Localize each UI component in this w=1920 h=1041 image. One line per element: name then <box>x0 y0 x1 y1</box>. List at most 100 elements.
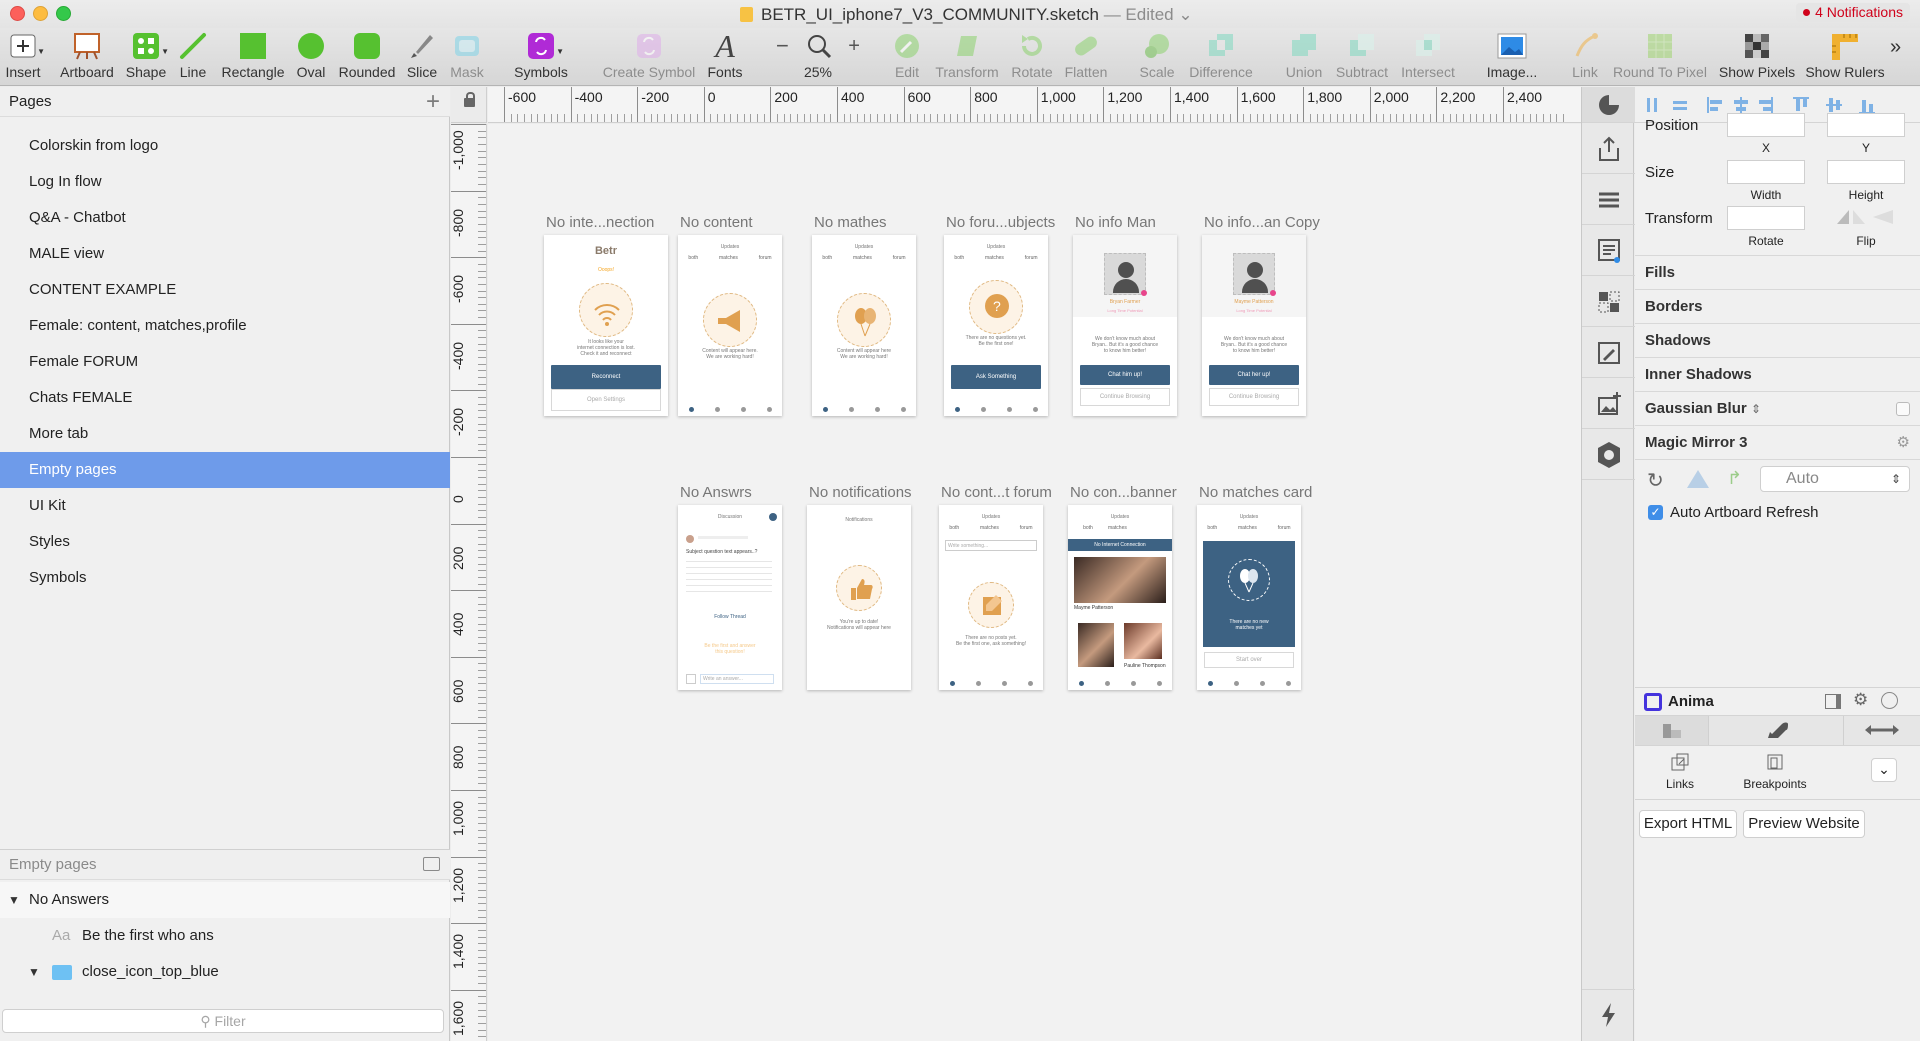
perspective-icon[interactable] <box>1687 470 1709 488</box>
document-list-icon[interactable] <box>1582 226 1635 276</box>
borders-section[interactable]: Borders <box>1635 289 1920 323</box>
artboard-title[interactable]: No notifications <box>809 484 912 501</box>
layer-row-artboard[interactable]: ▼ No Answers <box>0 882 450 918</box>
blur-checkbox[interactable] <box>1896 402 1910 416</box>
vertical-ruler[interactable]: -1,000 -800 -600 -400 -200 0 200 400 600 800 1,000… <box>451 124 487 1041</box>
zoom-in-button[interactable]: + <box>848 35 860 58</box>
artboard-no-forum-subjects[interactable]: No foru...ubjects Updates both matches for… <box>944 214 1055 416</box>
page-item-more-tab[interactable]: More tab <box>0 416 450 452</box>
transform-button[interactable]: Transform <box>934 30 1000 86</box>
toolbar-overflow-icon[interactable]: » <box>1890 36 1901 59</box>
artboard-no-answers[interactable]: No Answrs Discussion Subject question te… <box>678 484 782 690</box>
artboard-no-connection-banner[interactable]: No con...banner Updates both matches No I… <box>1068 484 1177 690</box>
rotate-input[interactable] <box>1727 206 1805 230</box>
round-to-pixel-button[interactable]: Round To Pixel <box>1612 30 1708 86</box>
x-input[interactable] <box>1727 113 1805 137</box>
page-item-styles[interactable]: Styles <box>0 524 450 560</box>
preview-website-button[interactable]: Preview Website <box>1743 810 1865 838</box>
disclosure-open-icon[interactable]: ▼ <box>8 882 20 918</box>
page-item-ui-kit[interactable]: UI Kit <box>0 488 450 524</box>
layer-row-text[interactable]: Aa Be the first who ans <box>0 918 450 954</box>
insert-button[interactable]: ▼ Insert <box>4 30 45 86</box>
artboard-no-matches-card[interactable]: No matches card Updates both matches forum… <box>1197 484 1312 690</box>
artboard-title[interactable]: No foru...ubjects <box>946 214 1055 231</box>
artboard-no-notifications[interactable]: No notifications Notifications You're up… <box>807 484 912 690</box>
canvas[interactable]: No inte...nection Betr Ooops! It looks l… <box>488 124 1581 1041</box>
fonts-button[interactable]: A Fonts <box>704 28 746 86</box>
lock-icon[interactable] <box>464 92 475 107</box>
lightning-icon[interactable] <box>1582 989 1635 1039</box>
artboard-no-content-forum[interactable]: No cont...t forum Updates both matches for… <box>939 484 1052 690</box>
shadows-section[interactable]: Shadows <box>1635 323 1920 357</box>
subtract-button[interactable]: Subtract <box>1334 30 1390 86</box>
artboard-title[interactable]: No con...banner <box>1070 484 1177 501</box>
line-button[interactable]: Line <box>176 30 210 86</box>
flatten-button[interactable]: Flatten <box>1062 30 1110 86</box>
grid-layout-icon[interactable] <box>1582 277 1635 327</box>
page-item-content-example[interactable]: CONTENT EXAMPLE <box>0 272 450 308</box>
page-item-qa-chatbot[interactable]: Q&A - Chatbot <box>0 200 450 236</box>
scale-button[interactable]: Scale <box>1138 30 1176 86</box>
artboard-no-internet[interactable]: No inte...nection Betr Ooops! It looks l… <box>544 214 668 416</box>
rectangle-button[interactable]: Rectangle <box>218 30 288 86</box>
edit-image-icon[interactable] <box>1582 328 1635 378</box>
artboard-title[interactable]: No Answrs <box>680 484 752 501</box>
slice-button[interactable]: Slice <box>404 30 440 86</box>
tab-connect[interactable] <box>1845 716 1920 745</box>
breakpoints-button[interactable]: Breakpoints <box>1731 752 1819 791</box>
symbols-button[interactable]: ▼ Symbols <box>508 30 574 86</box>
more-dropdown[interactable]: ⌄ <box>1871 758 1897 782</box>
artboard-no-info-man[interactable]: No info Man Bryan Farmer Long Time Poten… <box>1073 214 1177 416</box>
union-button[interactable]: Union <box>1284 30 1324 86</box>
page-item-symbols[interactable]: Symbols <box>0 560 450 596</box>
zoom-out-button[interactable]: − <box>776 33 789 59</box>
oval-button[interactable]: Oval <box>292 30 330 86</box>
artboard-title[interactable]: No inte...nection <box>546 214 654 231</box>
page-item-female-forum[interactable]: Female FORUM <box>0 344 450 380</box>
collapse-pages-icon[interactable] <box>423 857 440 871</box>
layers-stack-icon[interactable] <box>1582 175 1635 225</box>
add-page-icon[interactable]: + <box>426 88 440 116</box>
width-input[interactable] <box>1727 160 1805 184</box>
artboard-title[interactable]: No mathes <box>814 214 887 231</box>
page-item-male-view[interactable]: MALE view <box>0 236 450 272</box>
artboard-no-content[interactable]: No content Updates both matches forum Cont… <box>678 214 782 416</box>
gear-icon[interactable]: ⚙ <box>1897 426 1910 460</box>
close-window-button[interactable] <box>10 6 25 21</box>
panel-toggle-icon[interactable] <box>1825 694 1841 709</box>
refresh-icon[interactable]: ↻ <box>1647 468 1664 493</box>
filter-input[interactable]: ⚲ Filter <box>2 1009 444 1033</box>
stepper-icon[interactable]: ⇕ <box>1751 392 1761 426</box>
notifications-badge[interactable]: 4 Notifications <box>1796 3 1910 22</box>
artboard-no-info-woman[interactable]: No info...an Copy Mayme Patterson Long T… <box>1202 214 1320 416</box>
difference-button[interactable]: Difference <box>1186 30 1256 86</box>
artboard-title[interactable]: No cont...t forum <box>941 484 1052 501</box>
links-button[interactable]: Links <box>1655 752 1705 791</box>
pie-icon[interactable] <box>1582 87 1635 123</box>
artboard-title[interactable]: No info...an Copy <box>1204 214 1320 231</box>
minimize-window-button[interactable] <box>33 6 48 21</box>
artboard-title[interactable]: No matches card <box>1199 484 1312 501</box>
zoom-control[interactable]: − + 25% <box>776 30 860 86</box>
power-icon[interactable] <box>1881 692 1898 709</box>
layer-row-group[interactable]: ▼ close_icon_top_blue <box>0 954 450 990</box>
add-image-icon[interactable] <box>1582 379 1635 429</box>
artboard-button[interactable]: Artboard <box>56 30 118 86</box>
tab-layout[interactable] <box>1635 716 1709 745</box>
edit-button[interactable]: Edit <box>888 30 926 86</box>
artboard-no-matches[interactable]: No mathes Updates both matches forum Conte… <box>812 214 916 416</box>
auto-refresh-checkbox[interactable]: ✓ <box>1648 505 1663 520</box>
artboard-title[interactable]: No content <box>680 214 753 231</box>
shape-button[interactable]: ▼ Shape <box>124 30 169 86</box>
y-input[interactable] <box>1827 113 1905 137</box>
fills-section[interactable]: Fills <box>1635 255 1920 289</box>
document-title[interactable]: BETR_UI_iphone7_V3_COMMUNITY.sketch — Ed… <box>740 5 1193 25</box>
page-item-colorskin[interactable]: Colorskin from logo <box>0 128 450 164</box>
show-rulers-button[interactable]: Show Rulers <box>1804 30 1886 86</box>
share-icon[interactable] <box>1582 124 1635 174</box>
mirror-mode-select[interactable]: Auto ⇕ <box>1760 466 1910 492</box>
hexagon-plugin-icon[interactable] <box>1582 430 1635 480</box>
rotate-arrow-icon[interactable]: ↱ <box>1727 468 1742 489</box>
intersect-button[interactable]: Intersect <box>1396 30 1460 86</box>
gear-icon[interactable]: ⚙ <box>1853 690 1868 710</box>
